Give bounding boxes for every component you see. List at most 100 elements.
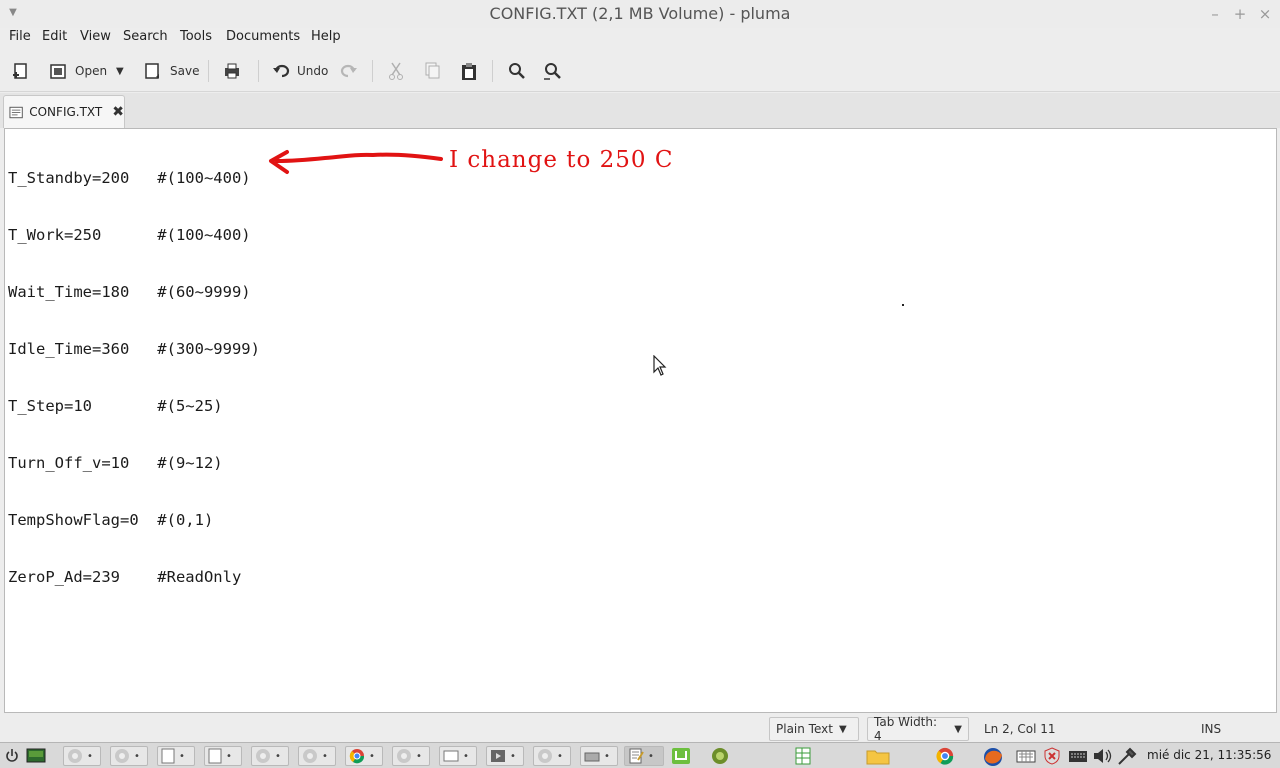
find-replace-button[interactable] [543, 58, 563, 84]
dropdown-arrow-icon: ▼ [116, 65, 124, 77]
new-document-button[interactable] [10, 58, 30, 84]
tab-width-dropdown[interactable]: Tab Width: 4 ▼ [867, 715, 969, 743]
clock[interactable]: mié dic 21, 11:35:56 [1147, 748, 1271, 762]
taskbar-window-chrome-6[interactable]: • [392, 746, 430, 766]
firefox-icon[interactable] [982, 747, 1004, 767]
show-desktop-icon[interactable] [26, 747, 46, 765]
video-icon [491, 750, 505, 762]
paste-icon [462, 63, 476, 80]
mint-menu-icon[interactable] [671, 747, 691, 765]
taskbar: • • • • • • • • • • • • • mié dic 21, 11… [0, 742, 1280, 768]
taskbar-window-chrome-1[interactable]: • [63, 746, 101, 766]
open-label: Open [75, 64, 108, 78]
power-icon[interactable] [4, 747, 20, 765]
annotation-text: I change to 250 C [449, 147, 674, 173]
annotation-arrow [269, 150, 443, 174]
menu-search[interactable]: Search [123, 29, 168, 44]
chrome-icon [115, 749, 129, 763]
folder-icon[interactable] [866, 747, 890, 765]
text-editor-icon [629, 748, 644, 764]
syntax-mode-dropdown[interactable]: Plain Text ▼ [769, 717, 859, 741]
text-file-icon [9, 106, 23, 118]
close-window-button[interactable]: × [1255, 4, 1275, 24]
security-shield-icon[interactable] [1043, 747, 1061, 765]
status-bar: Plain Text ▼ Tab Width: 4 ▼ Ln 2, Col 11… [0, 715, 1280, 743]
menu-tools[interactable]: Tools [180, 29, 212, 44]
toolbar: Open ▼ Save Undo [0, 50, 1280, 92]
save-button[interactable]: Save [143, 58, 199, 84]
taskbar-window-chrome-7[interactable]: • [533, 746, 571, 766]
taskbar-window-blank[interactable]: • [439, 746, 477, 766]
window-icon [443, 750, 459, 762]
cut-button[interactable] [387, 58, 405, 84]
chrome-icon [68, 749, 82, 763]
cursor-position: Ln 2, Col 11 [984, 722, 1056, 736]
open-recent-dropdown[interactable]: ▼ [116, 58, 124, 84]
drive-icon [584, 752, 600, 762]
print-button[interactable] [222, 58, 242, 84]
toolbar-separator [258, 60, 259, 82]
toolbar-separator [492, 60, 493, 82]
text-line[interactable]: Wait_Time=180 #(60~9999) [8, 283, 260, 302]
open-icon [50, 64, 66, 79]
menu-file[interactable]: File [9, 29, 31, 44]
text-line[interactable]: T_Standby=200 #(100~400) [8, 169, 260, 188]
print-icon [225, 63, 239, 79]
undo-button[interactable]: Undo [272, 58, 328, 84]
text-line[interactable]: TempShowFlag=0 #(0,1) [8, 511, 260, 530]
volume-icon[interactable] [1092, 747, 1112, 765]
tab-config-txt[interactable]: CONFIG.TXT ✖ [3, 95, 125, 128]
text-line[interactable]: Turn_Off_v=10 #(9~12) [8, 454, 260, 473]
menu-documents[interactable]: Documents [226, 29, 300, 44]
menu-edit[interactable]: Edit [42, 29, 67, 44]
text-line[interactable]: Idle_Time=360 #(300~9999) [8, 340, 260, 359]
dropdown-arrow-icon: ▼ [954, 723, 962, 735]
new-document-icon [13, 63, 27, 79]
tab-label: CONFIG.TXT [29, 105, 103, 119]
taskbar-window-chrome-3[interactable]: • [251, 746, 289, 766]
title-bar: ▼ CONFIG.TXT (2,1 MB Volume) - pluma – +… [0, 0, 1280, 28]
spreadsheet-icon[interactable] [794, 747, 814, 765]
insert-mode-indicator: INS [1201, 722, 1222, 736]
text-editor-area[interactable]: T_Standby=200 #(100~400) T_Work=250 #(10… [4, 128, 1277, 713]
redo-icon [340, 64, 357, 78]
taskbar-window-doc-1[interactable]: • [157, 746, 195, 766]
redo-button[interactable] [340, 58, 358, 84]
taskbar-window-chrome-5[interactable]: • [345, 746, 383, 766]
taskbar-window-video[interactable]: • [486, 746, 524, 766]
taskbar-window-chrome-4[interactable]: • [298, 746, 336, 766]
search-icon [509, 63, 525, 79]
copy-button[interactable] [423, 58, 441, 84]
chrome-launcher-icon[interactable] [935, 747, 955, 765]
menu-view[interactable]: View [80, 29, 111, 44]
text-line[interactable]: ZeroP_Ad=239 #ReadOnly [8, 568, 260, 587]
document-icon [161, 748, 175, 764]
save-label: Save [170, 64, 200, 78]
minimize-button[interactable]: – [1205, 4, 1225, 24]
chrome-icon [303, 749, 317, 763]
maximize-button[interactable]: + [1230, 4, 1250, 24]
screenshot-app-icon[interactable] [709, 747, 731, 765]
taskbar-window-pluma[interactable]: • [624, 746, 664, 766]
taskbar-window-doc-2[interactable]: • [204, 746, 242, 766]
network-icon[interactable] [1117, 747, 1137, 765]
dropdown-arrow-icon: ▼ [838, 723, 847, 735]
toolbar-separator [372, 60, 373, 82]
taskbar-window-drive[interactable]: • [580, 746, 618, 766]
mouse-pointer-icon [653, 355, 667, 376]
keyboard-icon[interactable] [1068, 747, 1088, 765]
paste-button[interactable] [459, 58, 479, 84]
find-button[interactable] [507, 58, 527, 84]
document-text[interactable]: T_Standby=200 #(100~400) T_Work=250 #(10… [8, 131, 260, 625]
undo-label: Undo [297, 64, 329, 78]
chrome-icon [349, 749, 365, 764]
copy-icon [425, 62, 440, 79]
text-line[interactable]: T_Step=10 #(5~25) [8, 397, 260, 416]
open-button[interactable]: Open [48, 58, 107, 84]
text-line[interactable]: T_Work=250 #(100~400) [8, 226, 260, 245]
save-icon [145, 63, 159, 79]
close-tab-icon[interactable]: ✖ [112, 104, 124, 120]
keyboard-layout-icon[interactable] [1016, 747, 1036, 765]
taskbar-window-chrome-2[interactable]: • [110, 746, 148, 766]
menu-help[interactable]: Help [311, 29, 341, 44]
